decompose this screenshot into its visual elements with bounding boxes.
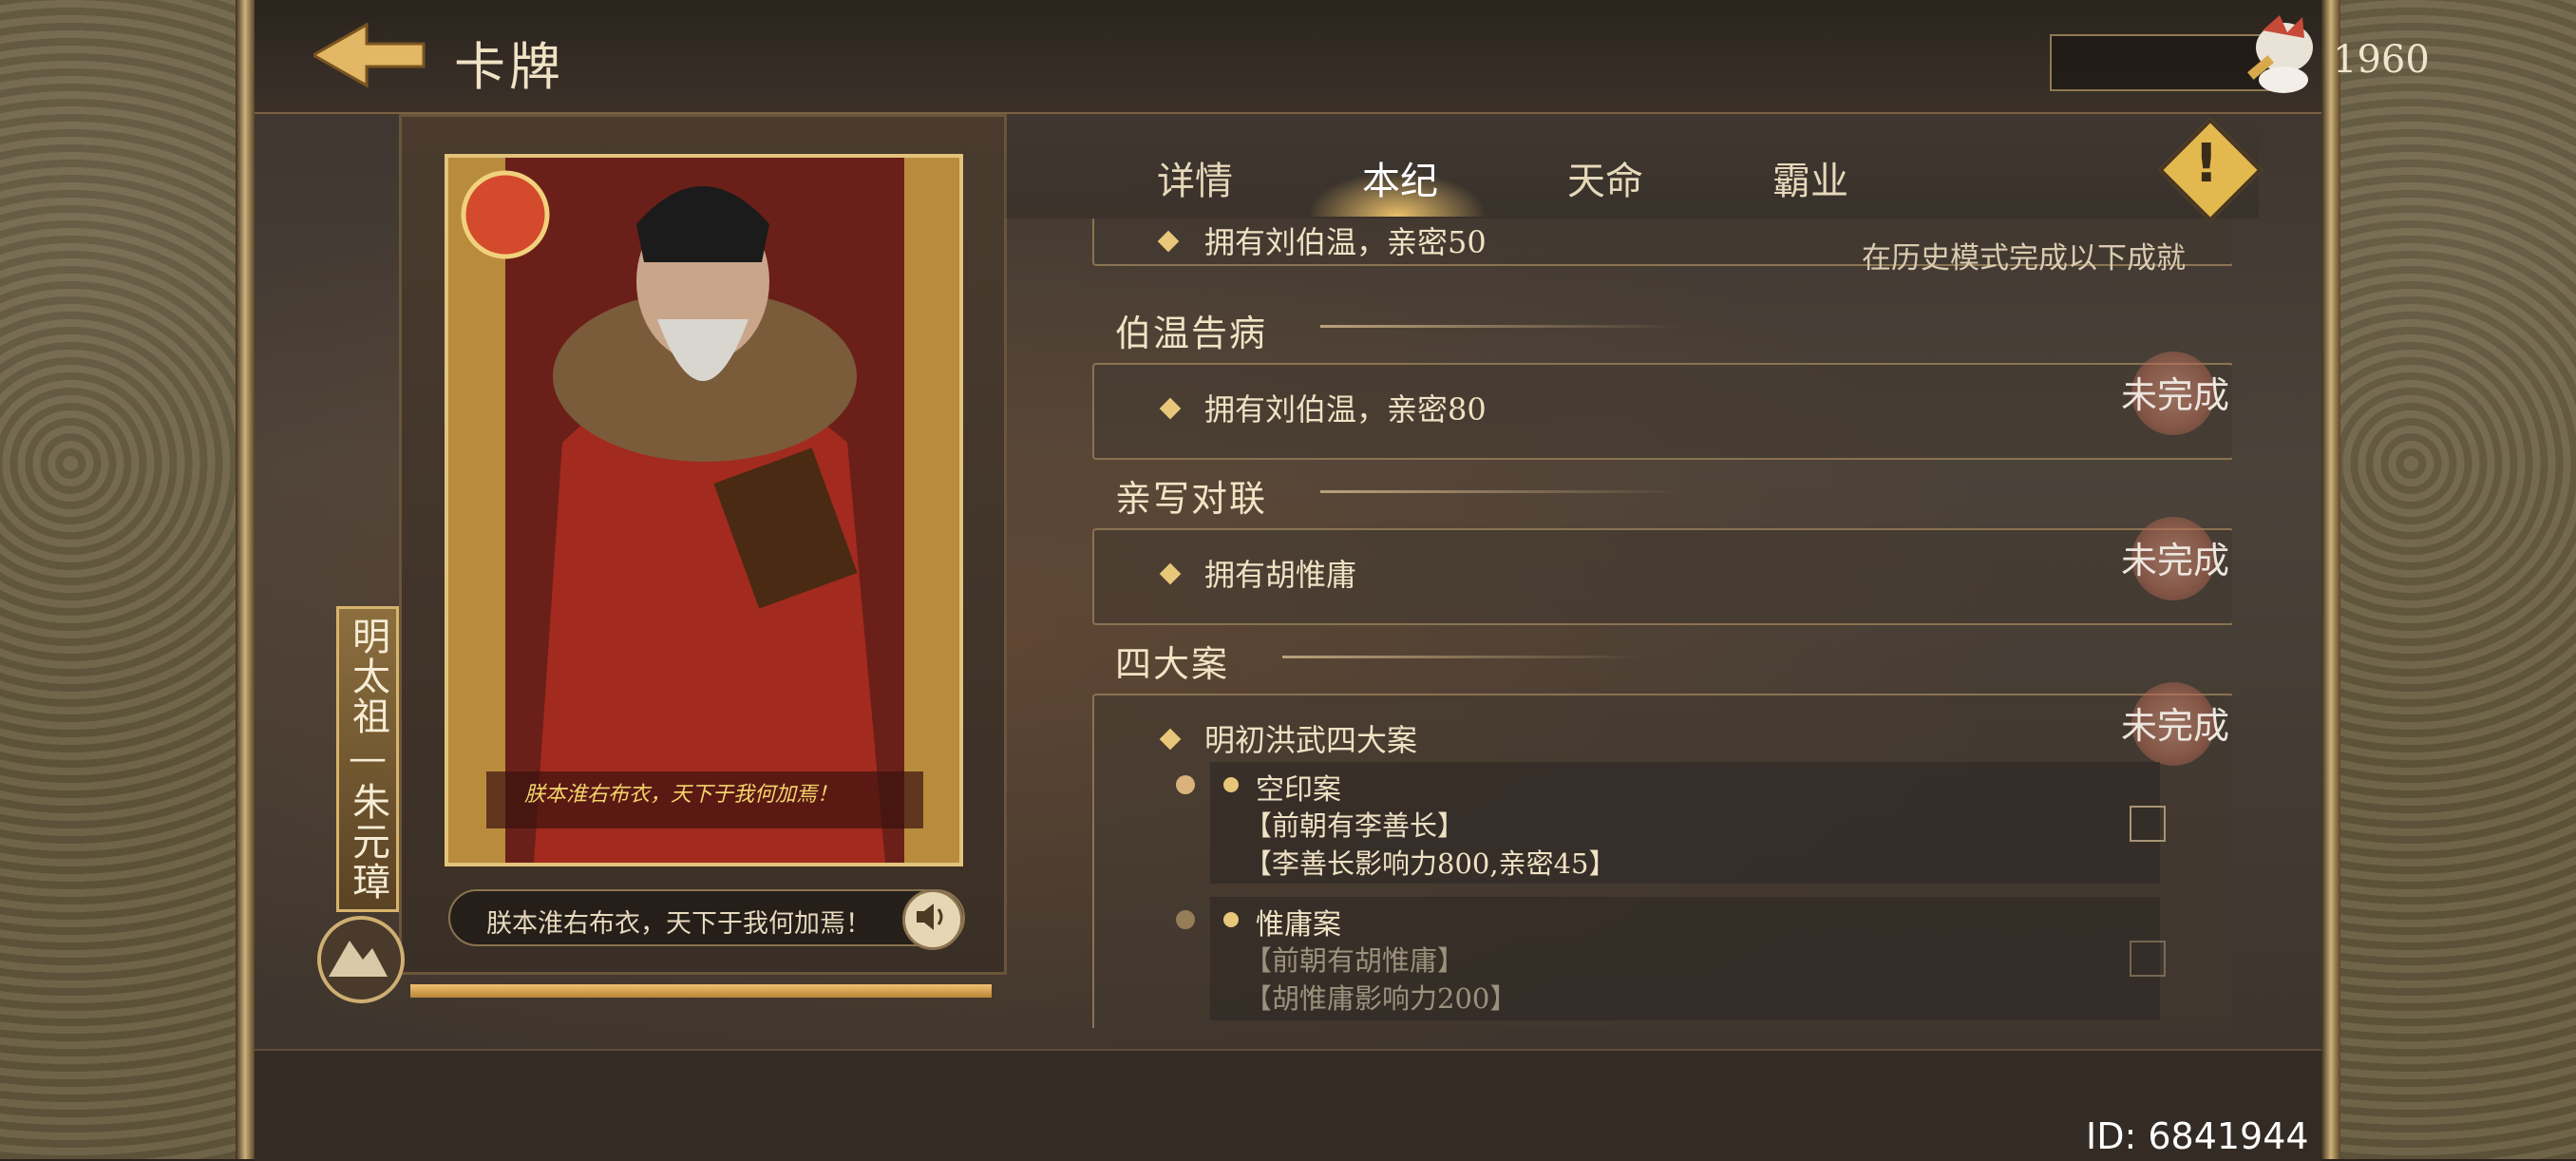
- sub-item-line1: 【前朝有胡惟庸】: [1244, 944, 1466, 977]
- speaker-icon: [917, 904, 943, 930]
- status-stamp: 未完成: [2118, 352, 2232, 435]
- speaker-button[interactable]: [902, 889, 963, 950]
- sub-item-name: 空印案: [1256, 773, 1341, 807]
- biography-list: 拥有刘伯温，亲密50 伯温告病 拥有刘伯温，亲密80 未完成 亲写对联 拥有胡惟…: [1092, 219, 2232, 1028]
- condition-text: 明初洪武四大案: [1204, 722, 1418, 758]
- feather-currency-icon: [2247, 15, 2313, 93]
- sub-item-line2: 【李善长影响力800,亲密45】: [1244, 847, 1617, 880]
- user-id: ID: 6841944: [2086, 1115, 2309, 1157]
- card-art-caption: 朕本淮右布衣，天下于我何加焉！: [524, 783, 839, 807]
- section-title: 四大案: [1115, 643, 1230, 685]
- bottom-bar: [255, 1049, 2321, 1161]
- tab-destiny[interactable]: 天命: [1567, 150, 1643, 205]
- left-dragon-border: [0, 0, 236, 1159]
- page-title: 卡牌: [454, 37, 564, 97]
- section-divider: [1282, 656, 1643, 658]
- section-divider: [1320, 490, 1681, 493]
- top-partial-item: 拥有刘伯温，亲密50: [1204, 224, 1487, 260]
- sub-checkbox[interactable]: [2130, 806, 2166, 842]
- history-mode-note: 在历史模式完成以下成就: [1862, 241, 2186, 276]
- status-stamp: 未完成: [2118, 682, 2232, 766]
- currency-value: 1960: [2333, 38, 2430, 82]
- mountain-icon: [329, 941, 388, 977]
- sub-item-line1: 【前朝有李善长】: [1244, 809, 1466, 842]
- progress-fill: [410, 984, 992, 998]
- quote-text: 朕本淮右布衣，天下于我何加焉！: [486, 909, 871, 939]
- sub-dot: [1223, 777, 1239, 792]
- sub-checkbox[interactable]: [2130, 941, 2166, 977]
- character-card[interactable]: 朕本淮右布衣，天下于我何加焉！: [445, 154, 963, 866]
- right-pillar: [2321, 0, 2340, 1159]
- right-dragon-border: [2340, 0, 2576, 1159]
- tab-details[interactable]: 详情: [1157, 150, 1233, 205]
- section-title: 伯温告病: [1115, 313, 1268, 354]
- sub-bullet: [1176, 910, 1195, 929]
- condition-text: 拥有刘伯温，亲密80: [1204, 391, 1487, 428]
- character-portrait: [448, 158, 959, 863]
- exclamation-icon: !: [2194, 133, 2219, 195]
- condition-text: 拥有胡惟庸: [1204, 557, 1357, 593]
- header-bar: 卡牌 1960: [255, 0, 2430, 114]
- sub-bullet: [1176, 775, 1195, 794]
- back-arrow-icon[interactable]: [313, 19, 427, 91]
- tab-hegemony[interactable]: 霸业: [1772, 150, 1848, 205]
- section-title: 亲写对联: [1115, 478, 1268, 520]
- character-name-plate: 明太祖—朱元璋: [336, 606, 399, 912]
- sub-item-line2: 【胡惟庸影响力200】: [1244, 982, 1518, 1015]
- left-pillar: [236, 0, 255, 1159]
- mountain-button[interactable]: [317, 916, 405, 1003]
- sub-dot: [1223, 912, 1239, 927]
- status-stamp: 未完成: [2118, 517, 2232, 600]
- section-divider: [1320, 325, 1681, 328]
- sub-item-name: 惟庸案: [1256, 908, 1341, 942]
- tab-biography[interactable]: 本纪: [1362, 150, 1438, 205]
